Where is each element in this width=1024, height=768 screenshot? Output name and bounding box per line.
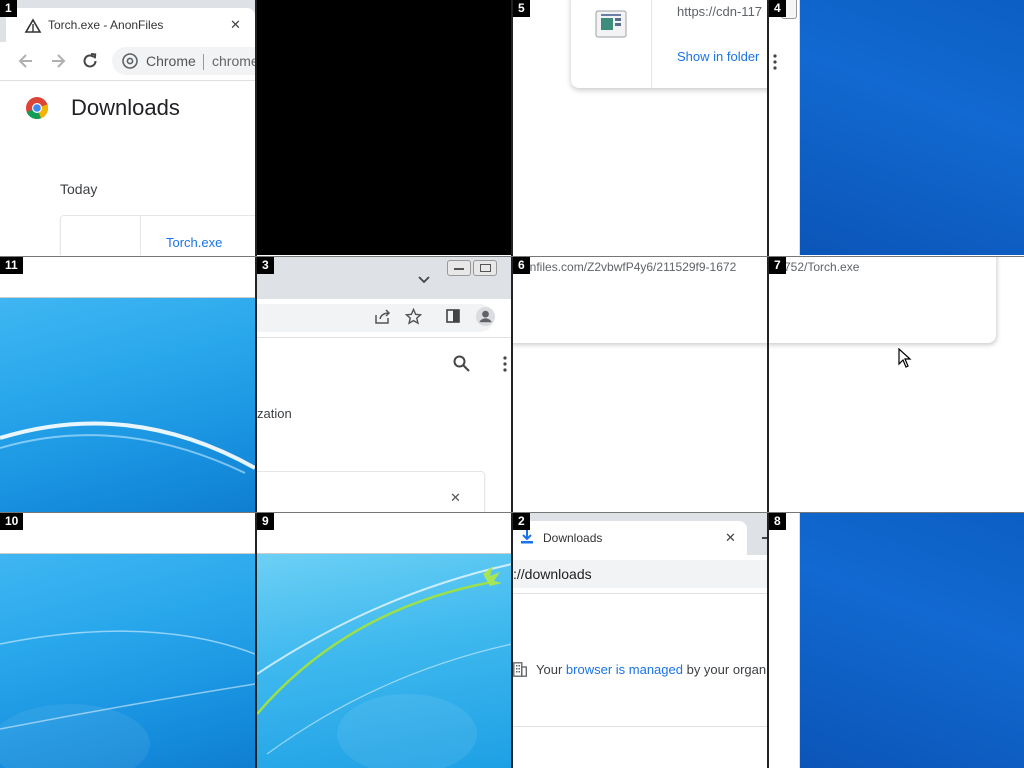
tile-number: 3 [257, 257, 274, 274]
wallpaper-swoosh [257, 563, 512, 768]
omnibox-url: chrome [212, 53, 255, 69]
mouse-cursor-icon [898, 348, 912, 368]
back-icon[interactable] [17, 52, 35, 70]
tile-5: 5 https://cdn-117 Show in folder [513, 0, 768, 255]
window-strip [257, 513, 512, 554]
download-bubble: onfiles.com/Z2vbwfP4y6/211529f9-1672 [513, 257, 768, 343]
file-icon [595, 10, 627, 38]
tile-number: 11 [0, 257, 23, 274]
tile-number: 4 [769, 0, 786, 17]
grid-divider [767, 0, 769, 768]
tile-9: 9 [257, 513, 512, 768]
reload-icon[interactable] [81, 52, 99, 70]
forward-icon[interactable] [49, 52, 67, 70]
tile-number: 8 [769, 513, 786, 530]
omnibox-separator [203, 54, 204, 70]
file-name-link[interactable]: Torch.exe [166, 235, 222, 250]
tile-6: 6 onfiles.com/Z2vbwfP4y6/211529f9-1672 [513, 257, 768, 512]
managed-prefix: Your [536, 662, 563, 677]
bubble-divider [651, 0, 652, 88]
tab-close-button[interactable]: ✕ [725, 530, 736, 546]
page-title: Downloads [71, 95, 180, 120]
browser-tab[interactable]: Torch.exe - AnonFiles ✕ [6, 8, 255, 42]
card-divider [140, 216, 141, 255]
tile-8: 8 [769, 513, 1024, 768]
omnibox[interactable]: Chrome chrome [112, 47, 255, 75]
more-menu-icon[interactable] [502, 356, 508, 372]
desktop-wallpaper [0, 554, 255, 768]
tile-3: 3 zation ✕ [257, 257, 512, 512]
tile-number: 10 [0, 513, 24, 530]
chrome-site-icon [122, 53, 138, 69]
desktop-wallpaper [800, 0, 1024, 255]
window-strip [0, 257, 255, 298]
share-icon[interactable] [374, 309, 392, 325]
remove-download-button[interactable]: ✕ [450, 490, 461, 506]
download-url: onfiles.com/Z2vbwfP4y6/211529f9-1672 [523, 260, 737, 274]
bookmark-star-icon[interactable] [405, 308, 422, 325]
tab-title: Downloads [543, 531, 603, 545]
download-bubble: 752/Torch.exe [769, 257, 996, 343]
chrome-logo-icon [26, 97, 48, 120]
omnibox-prefix: Chrome [146, 53, 196, 69]
desktop-wallpaper [257, 554, 512, 768]
tile-2: 2 Downloads ✕ ://downloads Your browser … [513, 513, 768, 768]
desktop-wallpaper [0, 298, 255, 512]
tile-11: 11 [0, 257, 255, 512]
tile-number: 6 [513, 257, 530, 274]
desktop-wallpaper [800, 513, 1024, 768]
tile-number: 5 [513, 0, 530, 17]
download-card: Torch.exe [60, 215, 255, 255]
wallpaper-swoosh [0, 421, 255, 474]
managed-suffix: by your organi [686, 662, 768, 677]
managed-notice-fragment: zation [257, 406, 292, 421]
tile-1: 1 Torch.exe - AnonFiles ✕ Chrome chrome [0, 0, 255, 255]
tile-number: 9 [257, 513, 274, 530]
section-heading-today: Today [60, 181, 98, 197]
managed-link[interactable]: browser is managed [566, 662, 683, 677]
download-bubble: https://cdn-117 Show in folder [571, 0, 768, 88]
anonfiles-favicon-icon [24, 18, 42, 33]
omnibox-url: ://downloads [513, 566, 592, 582]
tile-10: 10 [0, 513, 255, 768]
tab-close-button[interactable]: ✕ [230, 17, 241, 33]
tab-title: Torch.exe - AnonFiles [48, 18, 164, 32]
download-icon [521, 530, 533, 544]
tile-7: 7 752/Torch.exe [769, 257, 1024, 512]
tile-number: 2 [513, 513, 530, 530]
tile-number: 1 [0, 0, 17, 17]
browser-edge [769, 513, 800, 768]
restore-button[interactable] [473, 260, 497, 276]
show-in-folder-link[interactable]: Show in folder [677, 49, 759, 64]
browser-edge [769, 0, 800, 255]
tile-black [257, 0, 512, 255]
profile-avatar-icon[interactable] [475, 306, 496, 327]
omnibox[interactable]: ://downloads [513, 560, 768, 588]
window-strip [0, 513, 255, 554]
more-menu-icon[interactable] [772, 54, 778, 70]
tab-search-icon[interactable] [418, 276, 430, 284]
grid-divider [255, 0, 257, 768]
tile-number: 7 [769, 257, 786, 274]
side-panel-icon[interactable] [446, 309, 460, 323]
managed-notice: Your browser is managed by your organi [536, 662, 768, 677]
download-url: https://cdn-117 [677, 4, 763, 19]
building-icon [513, 662, 527, 677]
grid-divider [0, 256, 1024, 257]
wallpaper-swoosh [0, 630, 255, 768]
browser-tab[interactable]: Downloads ✕ [513, 521, 747, 555]
minimize-button[interactable] [447, 260, 471, 276]
grid-divider [0, 512, 1024, 513]
search-icon[interactable] [453, 355, 470, 372]
tile-4: 4 [769, 0, 1024, 255]
download-url: 752/Torch.exe [784, 260, 860, 274]
download-card: ✕ [257, 471, 485, 512]
section-divider [513, 726, 768, 727]
grid-divider [511, 0, 513, 768]
